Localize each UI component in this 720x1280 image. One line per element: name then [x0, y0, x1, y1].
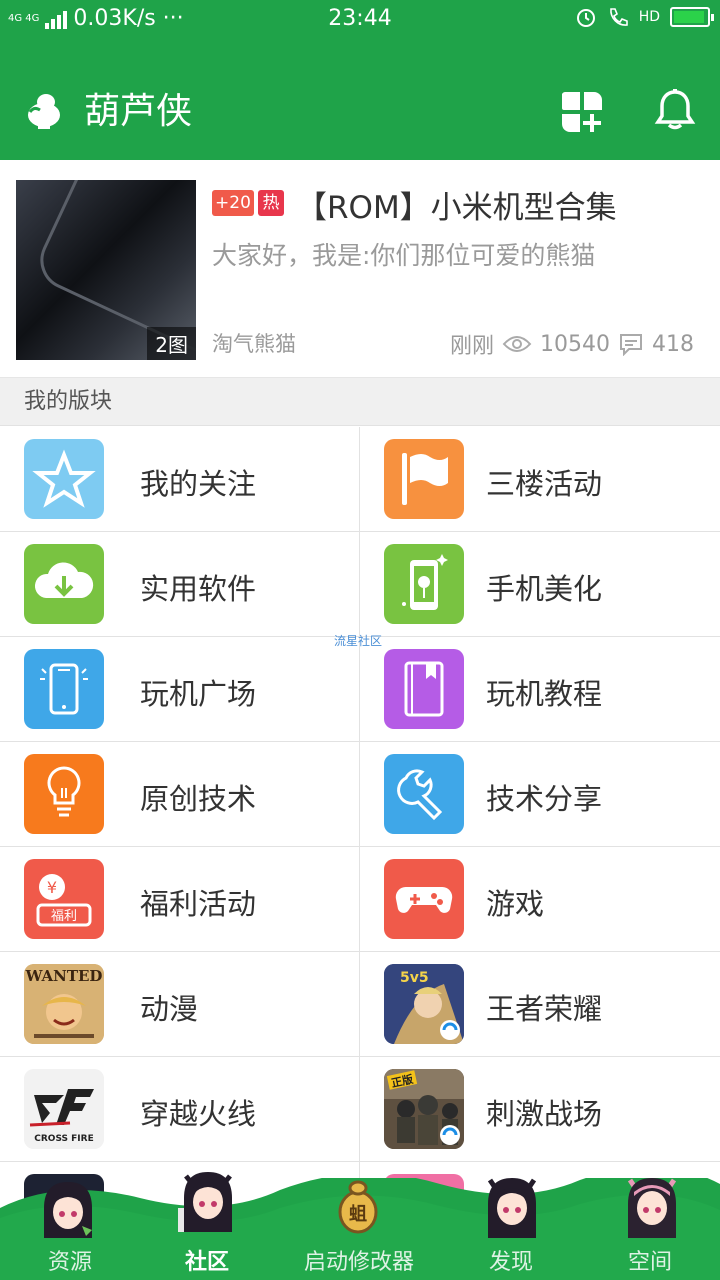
board-label: 动漫	[140, 992, 199, 1026]
star-icon	[24, 439, 104, 519]
phone-flower-icon	[384, 544, 464, 624]
app-bar: 葫芦侠	[0, 40, 720, 160]
nav-space[interactable]: 空间	[580, 1244, 720, 1276]
board-tutorial[interactable]: 玩机教程	[360, 637, 720, 742]
space-avatar-icon	[627, 1178, 677, 1238]
board-label: 我的关注	[140, 467, 257, 501]
wrench-icon	[384, 754, 464, 834]
board-label: 玩机教程	[486, 677, 603, 711]
board-beautify[interactable]: 手机美化	[360, 532, 720, 637]
bottom-nav: 蛆 资源 社区 启动修改器 发现 空间	[0, 1172, 720, 1280]
board-label: 手机美化	[486, 572, 603, 606]
anime-wanted-icon: WANTED	[24, 964, 104, 1044]
bell-icon[interactable]	[652, 88, 698, 134]
crossfire-icon: CROSS FIRE	[24, 1069, 104, 1149]
board-label: 技术分享	[486, 782, 603, 816]
board-label: 刺激战场	[486, 1097, 603, 1131]
board-label: 游戏	[486, 887, 545, 921]
honor-of-kings-icon: 5v5	[384, 964, 464, 1044]
lightbulb-icon	[24, 754, 104, 834]
phone-icon	[24, 649, 104, 729]
nav-discover[interactable]: 发现	[441, 1244, 581, 1276]
gamepad-icon	[384, 859, 464, 939]
app-title: 葫芦侠	[84, 91, 193, 132]
view-count: 10540	[540, 331, 610, 357]
post-thumbnail[interactable]: 2图	[16, 180, 196, 360]
board-label: 王者荣耀	[486, 992, 603, 1026]
hd-badge: HD	[638, 9, 660, 25]
board-label: 三楼活动	[486, 467, 603, 501]
alarm-icon	[576, 9, 595, 27]
svg-text:¥: ¥	[47, 878, 57, 897]
board-original-tech[interactable]: 原创技术	[0, 742, 360, 847]
flag-icon	[384, 439, 464, 519]
featured-post[interactable]: 2图 +20 热 【ROM】小米机型合集 大家好，我是:你们那位可爱的熊猫 淘气…	[0, 160, 720, 378]
image-count: 2图	[147, 327, 196, 360]
post-title[interactable]: 【ROM】小米机型合集	[296, 182, 617, 227]
hot-tag: 热	[258, 190, 284, 216]
board-label: 穿越火线	[140, 1097, 257, 1131]
plus-tag: +20	[212, 190, 254, 216]
nav-resources[interactable]: 资源	[0, 1244, 140, 1276]
board-games[interactable]: 游戏	[360, 847, 720, 952]
battery-icon	[670, 7, 714, 27]
welfare-badge: 福利	[51, 909, 77, 924]
nav-launch-modifier[interactable]: 启动修改器	[289, 1244, 429, 1276]
cloud-download-icon	[24, 544, 104, 624]
call-icon	[609, 8, 628, 26]
board-label: 实用软件	[140, 572, 257, 606]
welfare-icon: ¥ 福利	[24, 859, 104, 939]
post-time: 刚刚	[449, 334, 494, 359]
board-crossfire[interactable]: CROSS FIRE 穿越火线	[0, 1057, 360, 1162]
status-right: HD	[575, 6, 714, 28]
board-anime[interactable]: WANTED 动漫	[0, 952, 360, 1057]
resources-avatar-icon	[44, 1182, 92, 1238]
community-avatar-icon	[178, 1172, 232, 1232]
gourd-badge: 蛆	[349, 1204, 367, 1225]
board-welfare[interactable]: ¥ 福利 福利活动	[0, 847, 360, 952]
crossfire-badge: CROSS FIRE	[34, 1134, 93, 1144]
book-icon	[384, 649, 464, 729]
watermark: 流星社区	[334, 634, 383, 648]
pubg-icon: 正版	[384, 1069, 464, 1149]
board-label: 玩机广场	[140, 677, 257, 711]
board-play-square[interactable]: 玩机广场	[0, 637, 360, 742]
gourd-logo-icon	[28, 94, 60, 129]
board-label: 原创技术	[140, 782, 257, 816]
gourd-nav-icon[interactable]: 蛆	[328, 1178, 388, 1238]
board-software[interactable]: 实用软件	[0, 532, 360, 637]
board-my-follow[interactable]: 我的关注	[0, 427, 360, 532]
nav-community[interactable]: 社区	[137, 1244, 277, 1276]
board-third-floor[interactable]: 三楼活动	[360, 427, 720, 532]
status-bar: 4G 4G 0.03K/s ··· 23:44 HD	[0, 0, 720, 40]
5v5-badge: 5v5	[400, 970, 429, 986]
discover-avatar-icon	[487, 1178, 537, 1238]
post-author[interactable]: 淘气熊猫	[212, 328, 296, 358]
comment-icon	[620, 334, 642, 356]
eye-icon	[502, 336, 532, 352]
post-meta: 刚刚 10540 418	[450, 328, 694, 360]
wanted-badge: WANTED	[25, 967, 103, 985]
section-header: 我的版块	[0, 378, 720, 426]
board-honor-of-kings[interactable]: 5v5 王者荣耀	[360, 952, 720, 1057]
apps-add-icon[interactable]	[560, 90, 604, 134]
comment-count: 418	[652, 331, 694, 357]
board-pubg[interactable]: 正版 刺激战场	[360, 1057, 720, 1162]
post-subtitle: 大家好，我是:你们那位可爱的熊猫	[212, 241, 596, 270]
board-label: 福利活动	[140, 887, 257, 921]
board-tech-share[interactable]: 技术分享	[360, 742, 720, 847]
